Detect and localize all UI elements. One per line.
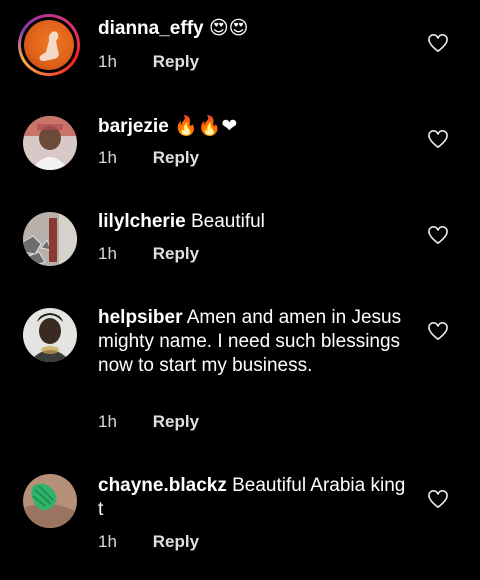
comment-time: 1h [98, 532, 117, 551]
reply-button[interactable]: Reply [153, 148, 199, 167]
reply-button[interactable]: Reply [153, 412, 199, 431]
comment-emoji: 🔥🔥❤ [174, 115, 238, 137]
heart-outline-icon[interactable] [427, 33, 449, 53]
comment-time: 1h [98, 412, 117, 431]
heart-outline-icon[interactable] [427, 489, 449, 509]
avatar[interactable] [23, 116, 77, 170]
comment-item: chayne.blackz Beautiful Arabia king t 1h… [0, 456, 480, 580]
avatar[interactable] [23, 474, 77, 528]
comment-text: Beautiful [185, 211, 265, 232]
comment-username[interactable]: chayne.blackz [98, 475, 227, 496]
comment-item: helpsiber Amen and amen in Jesus mighty … [0, 288, 480, 456]
heart-outline-icon[interactable] [427, 225, 449, 245]
comment-time: 1h [98, 148, 117, 167]
heart-outline-icon[interactable] [427, 321, 449, 341]
reply-button[interactable]: Reply [153, 52, 199, 71]
avatar[interactable] [23, 212, 77, 266]
comment-emoji: 😍😍 [208, 17, 249, 39]
comment-username[interactable]: helpsiber [98, 307, 182, 328]
comment-item: dianna_effy 😍😍 1h Reply [0, 0, 480, 96]
avatar[interactable] [23, 308, 77, 362]
comment-username[interactable]: dianna_effy [98, 18, 204, 39]
comment-username[interactable]: barjezie [98, 116, 169, 137]
comment-item: lilylcherie Beautiful 1h Reply [0, 192, 480, 288]
comment-time: 1h [98, 244, 117, 263]
comment-username[interactable]: lilylcherie [98, 211, 186, 232]
heart-outline-icon[interactable] [427, 129, 449, 149]
reply-button[interactable]: Reply [153, 532, 199, 551]
avatar[interactable] [18, 14, 80, 76]
comment-time: 1h [98, 52, 117, 71]
reply-button[interactable]: Reply [153, 244, 199, 263]
comment-item: barjezie 🔥🔥❤ 1h Reply [0, 96, 480, 192]
